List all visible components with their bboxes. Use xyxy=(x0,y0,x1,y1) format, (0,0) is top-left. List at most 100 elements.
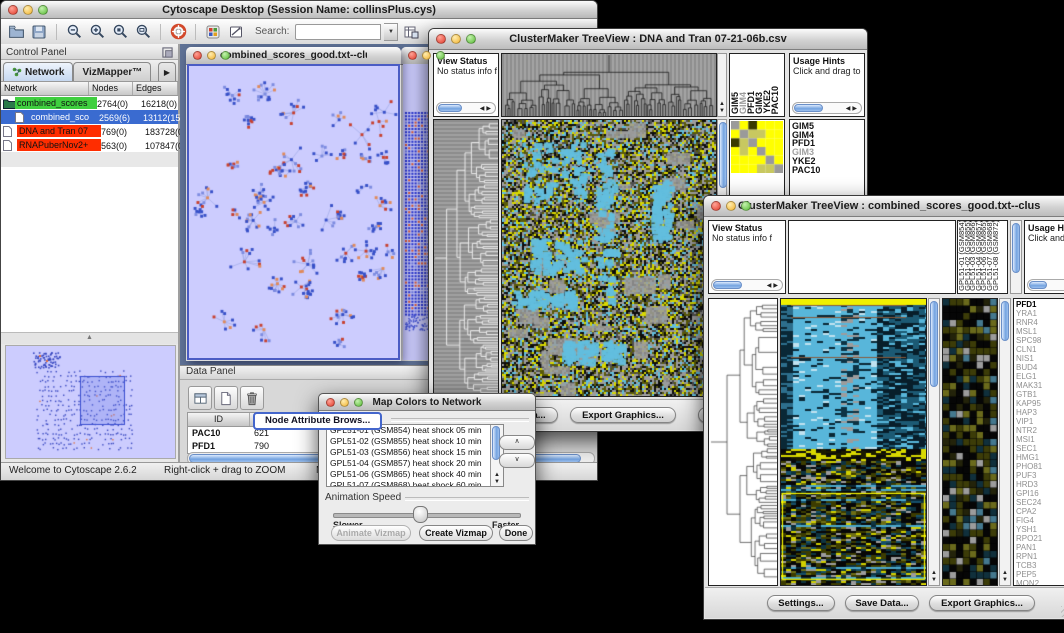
zoom-button[interactable] xyxy=(436,51,445,60)
header-vscrollbar[interactable] xyxy=(1010,220,1022,294)
gene-label[interactable]: PAN1 xyxy=(1014,543,1064,552)
zoom-button[interactable] xyxy=(466,34,476,44)
network-window-title-bar[interactable]: combined_scores_good.txt--cluste... xyxy=(186,47,401,65)
new-attribute-icon[interactable] xyxy=(214,386,238,410)
minimize-button[interactable] xyxy=(422,51,431,60)
zoom-button[interactable] xyxy=(221,51,230,60)
network-table-row[interactable]: combined_sco2569(6)13112(15) xyxy=(1,110,178,124)
gene-label[interactable]: MSL1 xyxy=(1014,327,1064,336)
scrollbar-arrows[interactable]: ◀▶ xyxy=(767,282,780,289)
scrollbar-arrows[interactable]: ▲▼ xyxy=(718,101,726,115)
gene-label[interactable]: HAP3 xyxy=(1014,408,1064,417)
column-dendrogram-panel[interactable] xyxy=(788,220,956,294)
attribute-listbox[interactable]: GPL51-01 (GSM854) heat shock 05 minGPL51… xyxy=(326,424,504,487)
gene-label[interactable]: HRD3 xyxy=(1014,480,1064,489)
node-attribute-browser-tab[interactable]: Node Attribute Brows... xyxy=(253,412,382,430)
gene-label[interactable]: GTB1 xyxy=(1014,390,1064,399)
gene-label[interactable]: PFD1 xyxy=(1014,300,1064,309)
gene-label[interactable]: RPN1 xyxy=(1014,552,1064,561)
attribute-item[interactable]: GPL51-06 (GSM865) heat shock 40 min xyxy=(327,469,503,480)
animate-vizmap-button[interactable]: Animate Vizmap xyxy=(331,525,411,541)
vizmapper-icon[interactable] xyxy=(203,22,223,42)
zoom-in-icon[interactable] xyxy=(87,22,107,42)
minimize-button[interactable] xyxy=(23,5,33,15)
gene-dendrogram-canvas[interactable] xyxy=(709,299,777,585)
scrollbar-thumb[interactable] xyxy=(713,281,742,289)
minimize-button[interactable] xyxy=(726,201,736,211)
gene-label[interactable]: CPA2 xyxy=(1014,507,1064,516)
column-header-id[interactable]: ID xyxy=(188,413,250,426)
main-title-bar[interactable]: Cytoscape Desktop (Session Name: collins… xyxy=(1,1,597,19)
view-status-hscrollbar[interactable]: ◀▶ xyxy=(436,102,496,114)
scrollbar-thumb[interactable] xyxy=(1012,223,1020,273)
gene-label[interactable]: PAC10 xyxy=(790,166,864,175)
usage-hints-hscrollbar[interactable] xyxy=(1027,279,1064,291)
attribute-item[interactable]: GPL51-07 (GSM868) heat shock 60 min xyxy=(327,480,503,487)
tab-vizmapper[interactable]: VizMapper™ xyxy=(73,62,151,81)
create-vizmap-button[interactable]: Create Vizmap xyxy=(419,525,493,541)
gene-label[interactable]: ELG1 xyxy=(1014,372,1064,381)
gene-label[interactable]: CLN1 xyxy=(1014,345,1064,354)
scrollbar-thumb[interactable] xyxy=(794,104,823,112)
scrollbar-thumb[interactable] xyxy=(1001,301,1009,341)
scrollbar-thumb[interactable] xyxy=(438,104,462,112)
zoom-vscrollbar[interactable]: ▲▼ xyxy=(999,298,1011,586)
zoom-selected-icon[interactable] xyxy=(110,22,130,42)
panel-splitter-handle[interactable]: ▲ xyxy=(1,333,178,344)
view-status-hscrollbar[interactable]: ◀▶ xyxy=(711,279,783,291)
search-input[interactable] xyxy=(295,24,381,40)
done-button[interactable]: Done xyxy=(499,525,533,541)
network-table-row[interactable]: combined_scores2764(0)16218(0) xyxy=(1,96,178,110)
zoom-heatmap-canvas[interactable] xyxy=(943,299,997,585)
attribute-item[interactable]: GPL51-04 (GSM857) heat shock 20 min xyxy=(327,458,503,469)
attribute-select-icon[interactable] xyxy=(188,386,212,410)
delete-attribute-trash-icon[interactable] xyxy=(240,386,264,410)
save-icon[interactable] xyxy=(29,22,49,42)
scrollbar-arrows[interactable]: ▲▼ xyxy=(929,570,939,584)
zoom-button[interactable] xyxy=(741,201,751,211)
minimize-button[interactable] xyxy=(451,34,461,44)
tab-overflow-arrow[interactable]: ▶ xyxy=(158,62,176,81)
gene-label[interactable]: PHO81 xyxy=(1014,462,1064,471)
scrollbar-arrows[interactable]: ◀▶ xyxy=(480,105,493,112)
close-button[interactable] xyxy=(408,51,417,60)
column-dendrogram-canvas[interactable] xyxy=(502,54,716,116)
heatmap-vscrollbar[interactable]: ▲▼ xyxy=(928,298,940,586)
minimize-button[interactable] xyxy=(207,51,216,60)
close-button[interactable] xyxy=(8,5,18,15)
gene-label[interactable]: MAK31 xyxy=(1014,381,1064,390)
gene-label[interactable]: RNR4 xyxy=(1014,318,1064,327)
search-options-icon[interactable] xyxy=(401,22,421,42)
search-dropdown-arrow[interactable]: ▼ xyxy=(384,23,398,41)
settings-button[interactable]: Settings... xyxy=(767,595,835,611)
zoom-out-icon[interactable] xyxy=(64,22,84,42)
help-lifering-icon[interactable] xyxy=(168,22,188,42)
treeview2-title-bar[interactable]: ClusterMaker TreeView : combined_scores_… xyxy=(704,196,1064,217)
zoom-button[interactable] xyxy=(354,398,363,407)
move-up-button[interactable]: ∧ xyxy=(499,435,535,450)
float-panel-icon[interactable] xyxy=(162,47,173,58)
export-graphics-button[interactable]: Export Graphics... xyxy=(929,595,1035,611)
gene-label[interactable]: YSH1 xyxy=(1014,525,1064,534)
gene-label[interactable]: MSI1 xyxy=(1014,435,1064,444)
gene-label[interactable]: YRA1 xyxy=(1014,309,1064,318)
minimize-button[interactable] xyxy=(340,398,349,407)
close-button[interactable] xyxy=(326,398,335,407)
dialog-title-bar[interactable]: Map Colors to Network xyxy=(319,394,535,411)
zoom-fit-icon[interactable] xyxy=(133,22,153,42)
gene-label[interactable]: SEC24 xyxy=(1014,498,1064,507)
gene-label[interactable]: SPC98 xyxy=(1014,336,1064,345)
array-column-label[interactable]: GPL51-08 (GSM872) xyxy=(993,220,999,291)
close-button[interactable] xyxy=(436,34,446,44)
scrollbar-thumb[interactable] xyxy=(719,122,727,188)
network-table-row[interactable]: RNAPuberNov2+563(0)107847(0) xyxy=(1,138,178,152)
gene-label[interactable]: SEC1 xyxy=(1014,444,1064,453)
scrollbar-thumb[interactable] xyxy=(930,301,938,387)
animation-speed-slider-thumb[interactable] xyxy=(413,506,428,523)
usage-hints-hscrollbar[interactable]: ◀▶ xyxy=(792,102,862,114)
scrollbar-thumb[interactable] xyxy=(1029,281,1047,289)
gene-label[interactable]: RPO21 xyxy=(1014,534,1064,543)
gene-label[interactable]: NIS1 xyxy=(1014,354,1064,363)
column-header-edges[interactable]: Edges xyxy=(133,82,178,95)
gene-label[interactable]: NTR2 xyxy=(1014,426,1064,435)
